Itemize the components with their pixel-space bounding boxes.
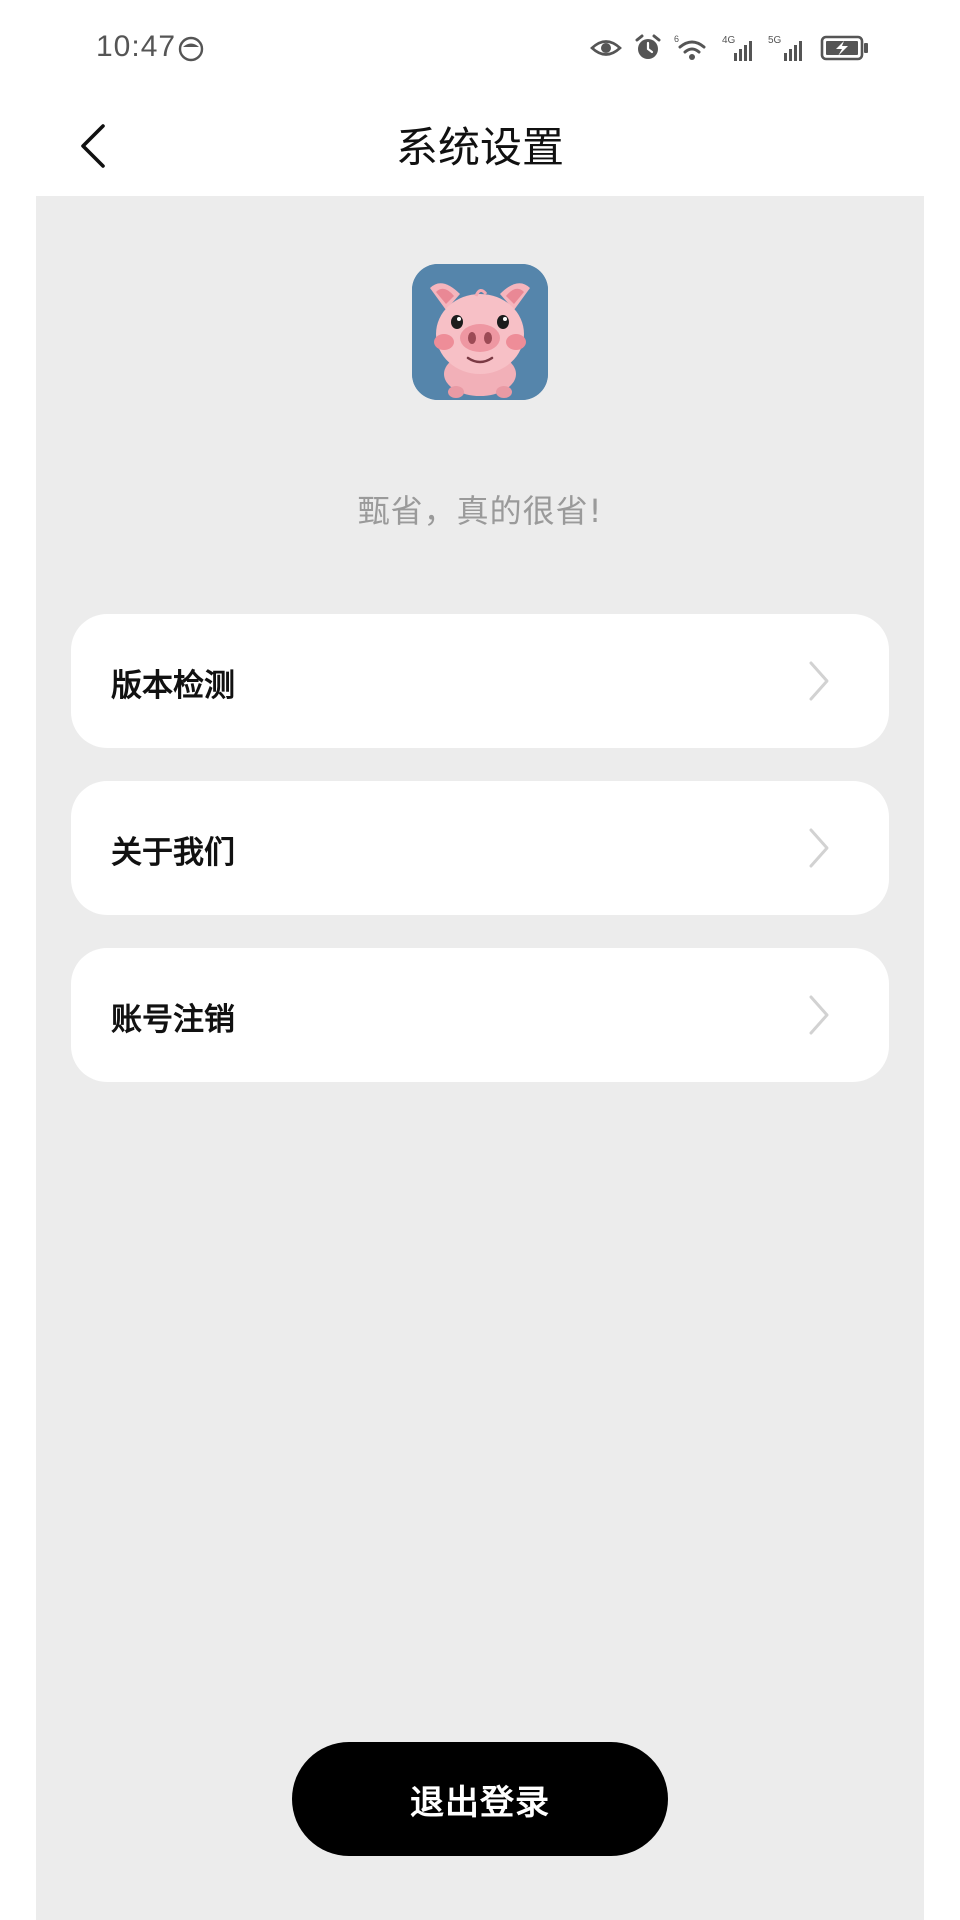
menu-item-version-check[interactable]: 版本检测 xyxy=(71,614,889,748)
chevron-right-icon xyxy=(809,995,829,1035)
alarm-icon xyxy=(635,34,661,59)
menu-item-about-us[interactable]: 关于我们 xyxy=(71,781,889,915)
app-slogan: 甄省，真的很省! xyxy=(357,492,603,530)
face-notification-icon xyxy=(178,36,204,62)
battery-charging-icon xyxy=(820,35,868,61)
network-5g-label: 5G xyxy=(768,35,782,46)
menu-item-account-deletion[interactable]: 账号注销 xyxy=(71,948,889,1082)
chevron-right-icon xyxy=(809,828,829,868)
wifi-label: 6 xyxy=(674,34,679,44)
page-title: 系统设置 xyxy=(395,123,564,172)
signal-5g-icon: 5G xyxy=(768,35,802,61)
menu-item-label: 版本检测 xyxy=(111,668,235,704)
network-4g-label: 4G xyxy=(722,35,736,46)
menu-item-label: 关于我们 xyxy=(111,835,235,871)
status-bar: 10:47 6 4G 5G xyxy=(0,0,960,96)
logout-button[interactable]: 退出登录 xyxy=(292,1742,668,1856)
signal-4g-icon: 4G xyxy=(722,35,752,61)
status-icons: 6 4G 5G xyxy=(590,30,870,66)
eye-icon xyxy=(590,40,622,56)
top-navigation-bar: 系统设置 xyxy=(0,96,960,196)
settings-content: 甄省，真的很省! 版本检测 关于我们 账号注销 退出登录 xyxy=(36,196,924,1920)
menu-item-label: 账号注销 xyxy=(111,1002,235,1038)
chevron-right-icon xyxy=(809,661,829,701)
pig-illustration xyxy=(412,264,548,400)
status-time: 10:47 xyxy=(96,30,177,63)
piggy-logo xyxy=(412,264,548,400)
wifi-icon: 6 xyxy=(674,34,706,60)
